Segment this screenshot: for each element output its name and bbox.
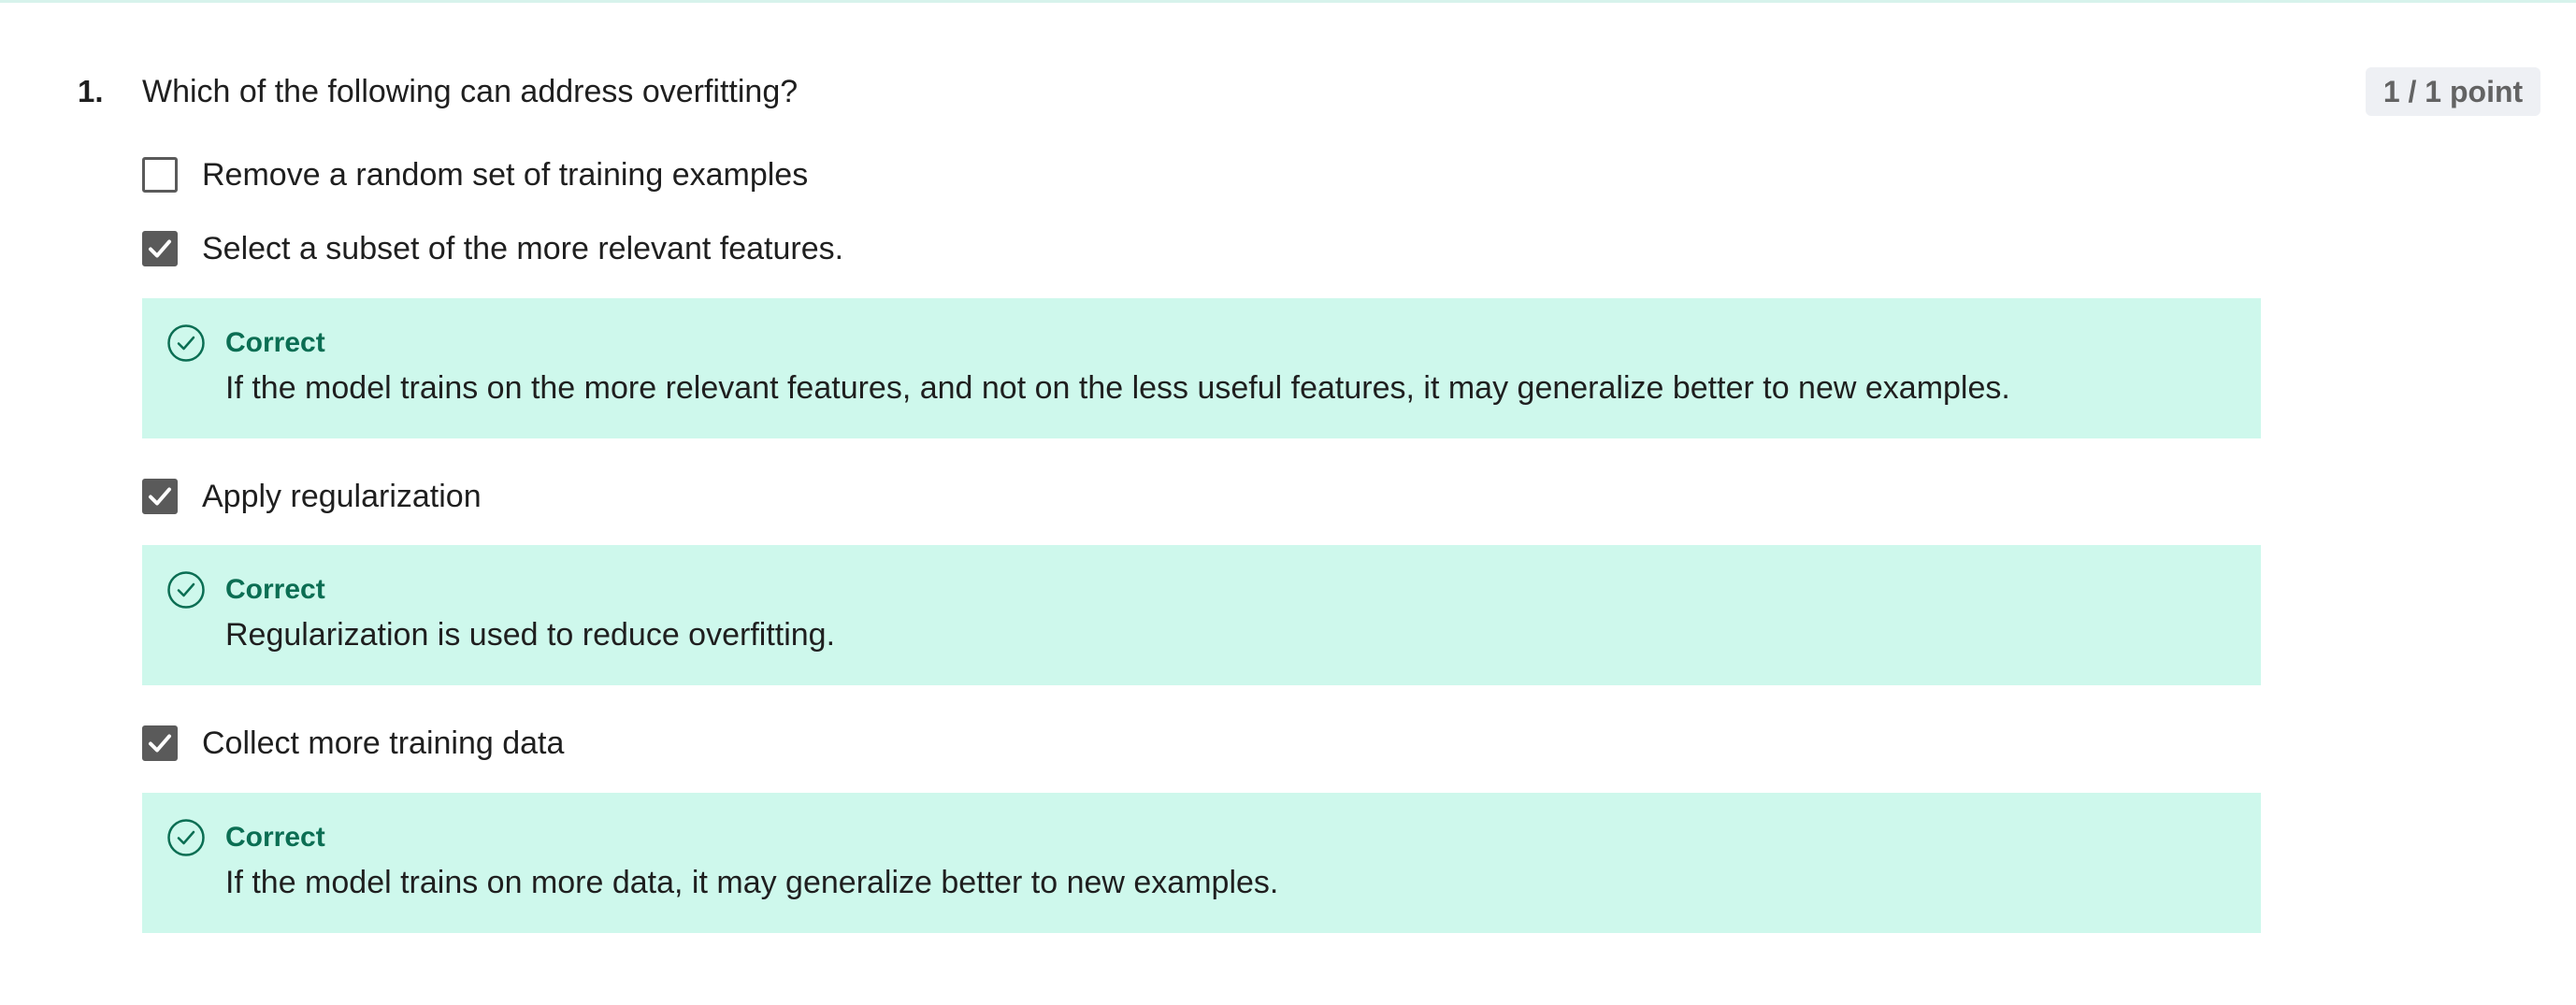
check-circle-icon: [167, 819, 205, 856]
checkmark-icon: [149, 239, 171, 258]
question-text: Which of the following can address overf…: [142, 74, 799, 109]
option-collect-more-data[interactable]: Collect more training data: [142, 721, 564, 766]
option-checkbox-checked[interactable]: [142, 231, 178, 266]
checkmark-icon: [149, 734, 171, 753]
option-checkbox-unchecked[interactable]: [142, 157, 178, 193]
feedback-box: Correct If the model trains on the more …: [142, 298, 2261, 438]
option-label: Remove a random set of training examples: [202, 157, 809, 193]
feedback-text: If the model trains on more data, it may…: [225, 865, 1279, 900]
option-apply-regularization[interactable]: Apply regularization: [142, 474, 482, 519]
checkmark-icon: [149, 487, 171, 506]
feedback-status: Correct: [225, 574, 325, 605]
feedback-status: Correct: [225, 822, 325, 853]
top-divider: [0, 0, 2576, 3]
feedback-text: If the model trains on the more relevant…: [225, 370, 2010, 406]
option-remove-random-examples[interactable]: Remove a random set of training examples: [142, 152, 808, 197]
option-checkbox-checked[interactable]: [142, 479, 178, 514]
option-label: Select a subset of the more relevant fea…: [202, 231, 844, 266]
feedback-box: Correct Regularization is used to reduce…: [142, 545, 2261, 685]
points-badge: 1 / 1 point: [2366, 67, 2540, 116]
check-circle-icon: [167, 571, 205, 609]
feedback-status: Correct: [225, 327, 325, 358]
option-select-relevant-features[interactable]: Select a subset of the more relevant fea…: [142, 226, 843, 271]
option-label: Apply regularization: [202, 479, 482, 514]
feedback-box: Correct If the model trains on more data…: [142, 793, 2261, 933]
question-number: 1.: [78, 74, 104, 108]
check-circle-icon: [167, 324, 205, 362]
feedback-text: Regularization is used to reduce overfit…: [225, 617, 836, 653]
option-label: Collect more training data: [202, 725, 565, 761]
option-checkbox-checked[interactable]: [142, 725, 178, 761]
